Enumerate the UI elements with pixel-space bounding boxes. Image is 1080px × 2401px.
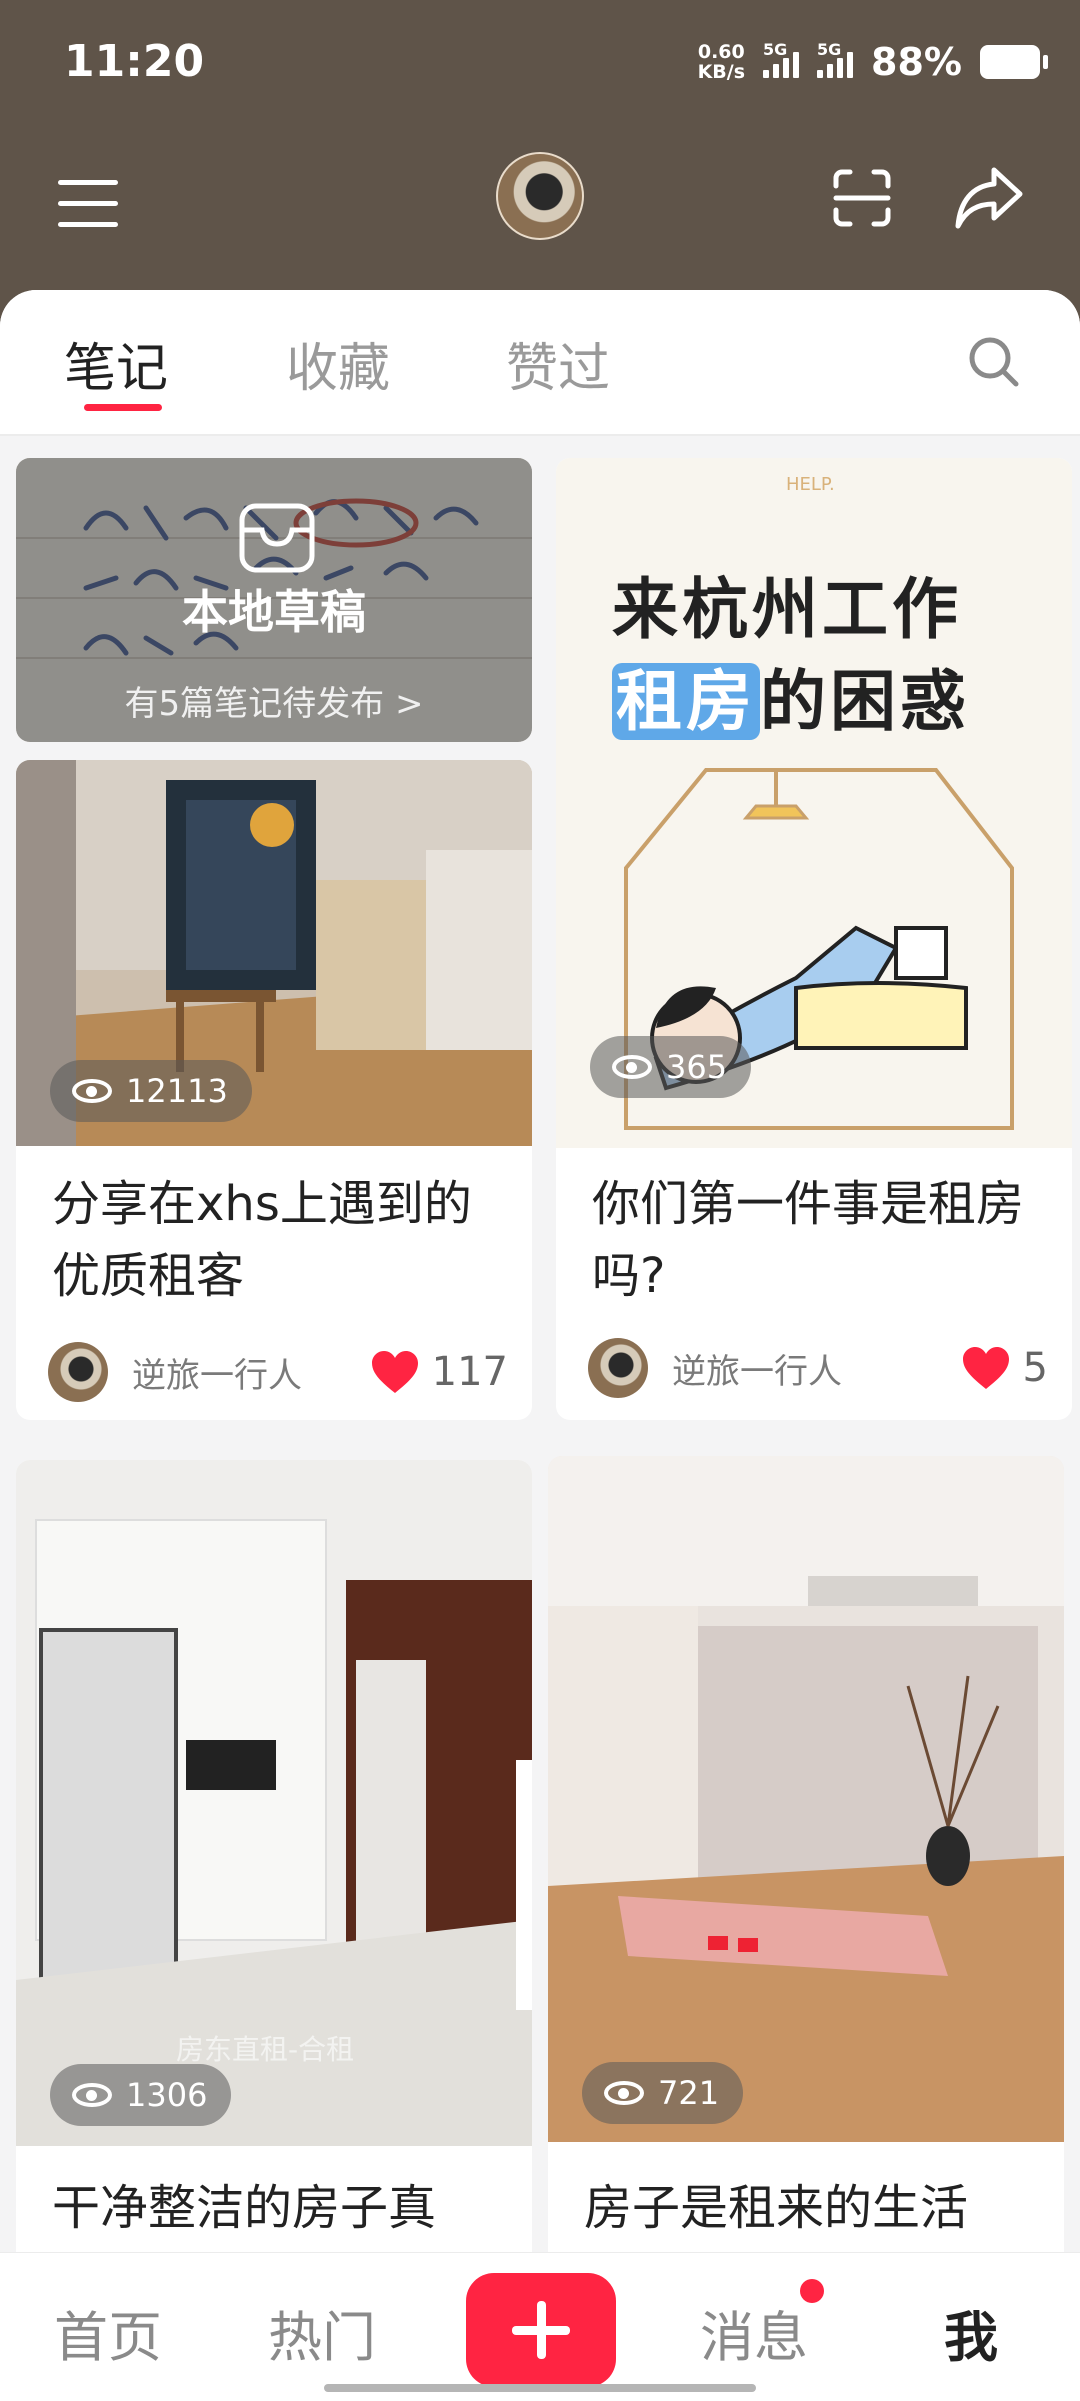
tab-indicator bbox=[84, 404, 162, 411]
view-count: 1306 bbox=[126, 2076, 208, 2114]
nav-hot[interactable]: 热门 bbox=[268, 2293, 376, 2372]
nav-messages[interactable]: 消息 bbox=[700, 2293, 808, 2372]
note-card[interactable]: 房东直租-合租 1306 干净整洁的房子真 bbox=[16, 1460, 532, 2360]
tab-favorites[interactable]: 收藏 bbox=[286, 326, 390, 401]
cover-line-1: 来杭州工作 bbox=[612, 571, 962, 648]
profile-tabs: 笔记 收藏 赞过 bbox=[0, 290, 1080, 436]
like-count: 5 bbox=[1022, 1345, 1048, 1391]
note-title: 分享在xhs上遇到的优质租客 bbox=[52, 1176, 472, 1304]
battery-percent: 88% bbox=[871, 40, 962, 84]
view-count-badge: 721 bbox=[582, 2062, 744, 2124]
author-avatar[interactable] bbox=[48, 1342, 108, 1402]
view-count-badge: 12113 bbox=[50, 1060, 252, 1122]
note-card[interactable]: HELP. 来杭州工作 租房的困惑 365 你们第一件事是租房吗? 逆旅一行人 … bbox=[556, 458, 1072, 1420]
eye-icon bbox=[604, 2081, 644, 2105]
menu-icon[interactable] bbox=[58, 180, 118, 232]
network-speed-value: 0.60 bbox=[697, 41, 745, 63]
sim1-label: 5G bbox=[763, 40, 788, 59]
author-name[interactable]: 逆旅一行人 bbox=[672, 1344, 961, 1393]
heart-icon bbox=[371, 1351, 418, 1393]
create-note-button[interactable] bbox=[466, 2273, 616, 2387]
view-count: 12113 bbox=[126, 1072, 228, 1110]
draft-title: 本地草稿 bbox=[182, 585, 366, 639]
avatar[interactable] bbox=[496, 152, 584, 240]
signal-icon: 5G bbox=[763, 40, 800, 78]
like-button[interactable]: 117 bbox=[370, 1349, 508, 1395]
note-title: 干净整洁的房子真 bbox=[52, 2180, 437, 2236]
cover-rest: 的困惑 bbox=[760, 663, 970, 740]
network-speed: 0.60 KB/s bbox=[698, 42, 745, 82]
nav-me[interactable]: 我 bbox=[944, 2293, 998, 2372]
cover-tag: HELP. bbox=[786, 474, 835, 495]
view-count: 721 bbox=[658, 2074, 720, 2112]
like-button[interactable]: 5 bbox=[961, 1345, 1048, 1391]
tab-notes[interactable]: 笔记 bbox=[64, 326, 168, 401]
cover-highlight: 租房 bbox=[612, 663, 760, 740]
eye-icon bbox=[612, 1055, 652, 1079]
view-count: 365 bbox=[666, 1048, 728, 1086]
status-bar: 11:20 0.60 KB/s 5G 5G 88% bbox=[0, 0, 1080, 130]
home-indicator[interactable] bbox=[324, 2384, 756, 2392]
view-count-badge: 365 bbox=[590, 1036, 752, 1098]
note-cover-image bbox=[548, 1456, 1064, 2142]
note-card[interactable]: 12113 分享在xhs上遇到的优质租客 逆旅一行人 117 bbox=[16, 760, 532, 1420]
eye-icon bbox=[72, 1079, 112, 1103]
note-title: 房子是租来的生活 bbox=[584, 2180, 969, 2236]
signal-icon-2: 5G bbox=[817, 40, 854, 78]
note-card[interactable]: 721 房子是租来的生活 bbox=[548, 1456, 1064, 2356]
drafts-box-icon bbox=[239, 503, 315, 573]
author-name[interactable]: 逆旅一行人 bbox=[132, 1348, 370, 1397]
scan-icon[interactable] bbox=[830, 166, 894, 230]
eye-icon bbox=[72, 2083, 112, 2107]
battery-icon bbox=[980, 45, 1048, 79]
sim2-label: 5G bbox=[817, 40, 842, 59]
note-title: 你们第一件事是租房吗? bbox=[592, 1176, 1025, 1304]
local-drafts-card[interactable]: 本地草稿 有5篇笔记待发布 > bbox=[16, 458, 532, 742]
cover-line-2: 租房的困惑 bbox=[612, 648, 970, 744]
notification-dot bbox=[800, 2279, 824, 2303]
note-meta: 逆旅一行人 117 bbox=[48, 1340, 508, 1404]
tab-liked[interactable]: 赞过 bbox=[506, 326, 610, 401]
status-time: 11:20 bbox=[64, 36, 205, 87]
bottom-navigation: 首页 热门 消息 我 bbox=[0, 2252, 1080, 2401]
heart-icon bbox=[962, 1347, 1009, 1389]
content-panel: 笔记 收藏 赞过 本地草稿 有5篇笔记待发布 > 12113 分享在xhs上遇到… bbox=[0, 290, 1080, 2400]
like-count: 117 bbox=[431, 1349, 508, 1395]
share-icon[interactable] bbox=[954, 164, 1024, 230]
note-meta: 逆旅一行人 5 bbox=[588, 1336, 1048, 1400]
draft-subtitle: 有5篇笔记待发布 > bbox=[124, 684, 424, 724]
nav-home[interactable]: 首页 bbox=[54, 2293, 162, 2372]
search-icon[interactable] bbox=[966, 334, 1022, 390]
network-speed-unit: KB/s bbox=[697, 61, 746, 83]
profile-header bbox=[0, 130, 1080, 290]
view-count-badge: 1306 bbox=[50, 2064, 232, 2126]
cover-watermark: 房东直租-合租 bbox=[176, 2033, 355, 2066]
author-avatar[interactable] bbox=[588, 1338, 648, 1398]
status-icons: 0.60 KB/s 5G 5G 88% bbox=[698, 40, 1048, 84]
